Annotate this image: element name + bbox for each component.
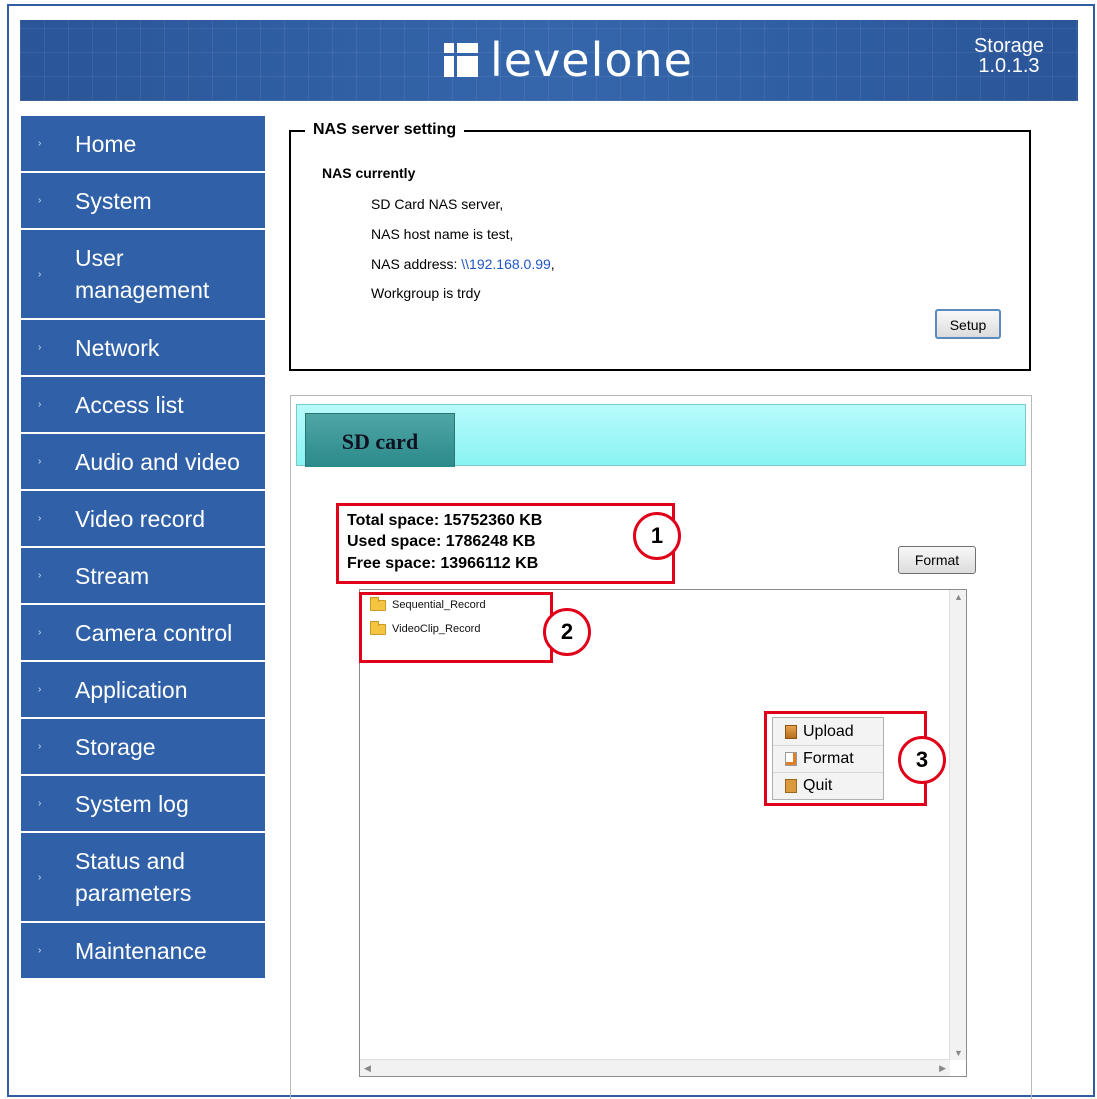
- brand-logo: levelone: [444, 30, 693, 90]
- chevron-right-icon: ›: [38, 195, 42, 206]
- brand-name: levelone: [490, 33, 693, 87]
- nas-workgroup: Workgroup is trdy: [371, 285, 481, 301]
- version-info: Storage 1.0.1.3: [974, 36, 1044, 76]
- sidebar-item-access-list[interactable]: › Access list: [21, 377, 265, 434]
- chevron-right-icon: ›: [38, 684, 42, 695]
- sidebar-item-label: Access list: [75, 391, 184, 418]
- sidebar-item-label: Camera control: [75, 619, 233, 646]
- free-space: Free space: 13966112 KB: [347, 555, 539, 572]
- menu-item-label: Quit: [803, 777, 833, 794]
- sidebar-item-label: Home: [75, 130, 137, 157]
- sidebar-item-label: Network: [75, 334, 160, 361]
- chevron-right-icon: ›: [38, 342, 42, 353]
- nas-address-suffix: ,: [550, 256, 555, 272]
- folder-name: VideoClip_Record: [392, 623, 481, 635]
- sidebar-item-camera-control[interactable]: › Camera control: [21, 605, 265, 662]
- chevron-right-icon: ›: [38, 798, 42, 809]
- vertical-scrollbar[interactable]: ▲ ▼: [949, 590, 966, 1060]
- sidebar-item-stream[interactable]: › Stream: [21, 548, 265, 605]
- header-banner: levelone Storage 1.0.1.3: [20, 20, 1078, 101]
- sidebar-item-system-log[interactable]: › System log: [21, 776, 265, 833]
- file-browser[interactable]: Sequential_Record VideoClip_Record Uploa…: [359, 589, 967, 1077]
- chevron-right-icon: ›: [38, 627, 42, 638]
- menu-item-label: Upload: [803, 722, 854, 740]
- nas-server-type: SD Card NAS server,: [371, 196, 504, 212]
- version-label: Storage: [973, 35, 1044, 57]
- sidebar-item-user-management[interactable]: › User management: [21, 230, 265, 320]
- chevron-right-icon: ›: [38, 138, 42, 149]
- horizontal-scrollbar[interactable]: ◀ ▶: [360, 1059, 950, 1076]
- nas-status-title: NAS currently: [322, 165, 416, 181]
- nas-host-name: NAS host name is test,: [371, 226, 514, 242]
- annotation-badge-1: 1: [633, 512, 681, 560]
- folder-icon: [370, 596, 386, 611]
- chevron-right-icon: ›: [38, 871, 42, 883]
- chevron-right-icon: ›: [38, 399, 42, 410]
- sidebar-item-label: Application: [75, 676, 188, 703]
- version-number: 1.0.1.3: [978, 55, 1040, 77]
- sidebar-item-label: System log: [75, 790, 189, 817]
- menu-item-format[interactable]: Format: [773, 745, 883, 772]
- folder-item[interactable]: Sequential_Record: [370, 596, 486, 611]
- scroll-down-icon[interactable]: ▼: [954, 1048, 963, 1058]
- sidebar-item-label: Storage: [75, 733, 156, 760]
- sidebar-item-storage[interactable]: › Storage: [21, 719, 265, 776]
- sidebar-item-status-and-parameters[interactable]: › Status and parameters: [21, 833, 265, 923]
- sidebar-item-label: Maintenance: [75, 937, 207, 964]
- nas-settings-group: NAS server setting NAS currently SD Card…: [289, 121, 1031, 371]
- annotation-badge-3: 3: [898, 736, 946, 784]
- total-space: Total space: 15752360 KB: [347, 512, 543, 529]
- nas-address-line: NAS address: \\192.168.0.99,: [371, 256, 555, 272]
- context-menu: Upload Format Quit: [772, 717, 884, 800]
- scroll-up-icon[interactable]: ▲: [954, 592, 963, 602]
- scroll-left-icon[interactable]: ◀: [364, 1063, 371, 1074]
- tab-sd-card[interactable]: SD card: [305, 413, 455, 467]
- sidebar-item-system[interactable]: › System: [21, 173, 265, 230]
- chevron-right-icon: ›: [38, 456, 42, 467]
- nas-address-label: NAS address:: [371, 256, 462, 272]
- format-icon: [785, 752, 797, 766]
- setup-button[interactable]: Setup: [935, 309, 1001, 339]
- chevron-right-icon: ›: [38, 945, 42, 956]
- scroll-right-icon[interactable]: ▶: [939, 1063, 946, 1074]
- menu-item-upload[interactable]: Upload: [773, 718, 883, 745]
- chevron-right-icon: ›: [38, 570, 42, 581]
- sidebar-item-label: Audio and video: [75, 448, 240, 475]
- menu-item-quit[interactable]: Quit: [773, 772, 883, 799]
- folder-icon: [370, 620, 386, 635]
- chevron-right-icon: ›: [38, 741, 42, 752]
- sidebar-item-label: Video record: [75, 505, 205, 532]
- nas-address-link[interactable]: \\192.168.0.99: [461, 256, 551, 272]
- sidebar-item-video-record[interactable]: › Video record: [21, 491, 265, 548]
- nas-group-legend: NAS server setting: [305, 121, 465, 139]
- upload-icon: [785, 724, 797, 739]
- tab-strip: SD card: [296, 404, 1026, 467]
- sidebar-item-home[interactable]: › Home: [21, 116, 265, 173]
- used-space: Used space: 1786248 KB: [347, 533, 536, 550]
- folder-item[interactable]: VideoClip_Record: [370, 620, 481, 635]
- chevron-right-icon: ›: [38, 513, 42, 524]
- sidebar-item-label: System: [75, 187, 152, 214]
- sidebar-item-audio-and-video[interactable]: › Audio and video: [21, 434, 265, 491]
- sidebar-item-label: Status and parameters: [75, 848, 192, 906]
- levelone-logo-icon: [444, 43, 478, 77]
- quit-icon: [785, 779, 797, 793]
- annotation-badge-2: 2: [543, 608, 591, 656]
- sidebar-item-label: Stream: [75, 562, 150, 589]
- menu-item-label: Format: [803, 750, 854, 767]
- folder-name: Sequential_Record: [392, 599, 486, 611]
- sidebar-nav: › Home › System › User management › Network …: [21, 116, 265, 980]
- chevron-right-icon: ›: [38, 268, 42, 280]
- format-button[interactable]: Format: [898, 546, 976, 574]
- sidebar-item-maintenance[interactable]: › Maintenance: [21, 923, 265, 980]
- sidebar-item-label: User management: [75, 245, 210, 303]
- sidebar-item-network[interactable]: › Network: [21, 320, 265, 377]
- sidebar-item-application[interactable]: › Application: [21, 662, 265, 719]
